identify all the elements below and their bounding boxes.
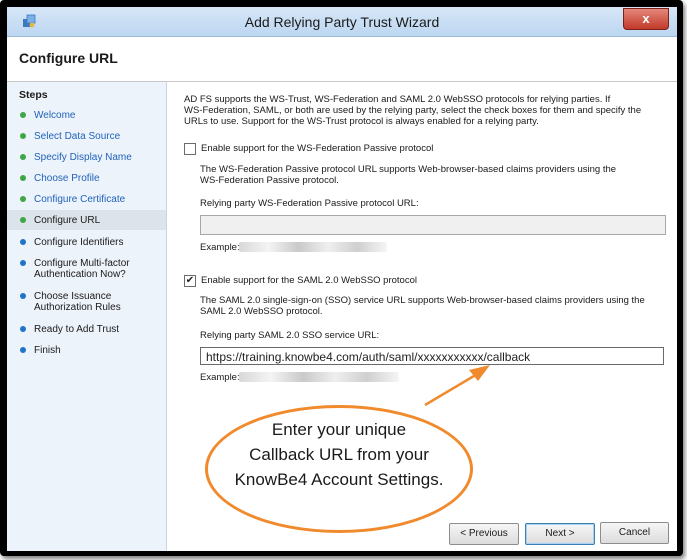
callout-line-2: Callback URL from your <box>249 445 429 464</box>
annotation-callout: Enter your unique Callback URL from your… <box>205 405 473 533</box>
callout-line-1: Enter your unique <box>271 420 407 439</box>
callout-line-3: KnowBe4 Account Settings. <box>234 470 444 489</box>
wizard-window: Add Relying Party Trust Wizard x Configu… <box>7 7 677 551</box>
